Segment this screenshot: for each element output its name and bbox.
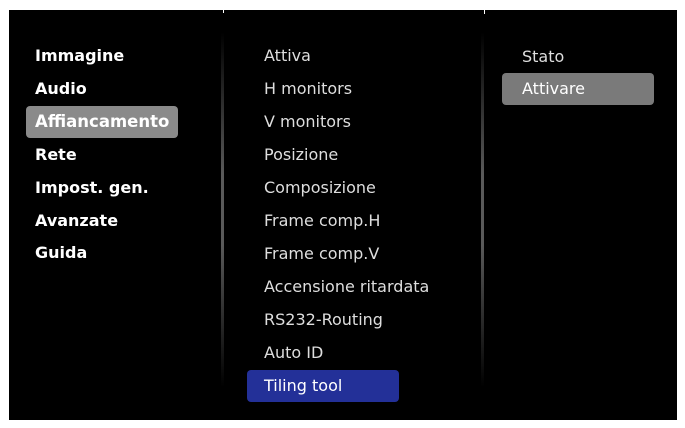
main-menu-item-avanzate[interactable]: Avanzate — [26, 205, 178, 237]
main-menu-item-impost-gen[interactable]: Impost. gen. — [26, 172, 178, 204]
submenu-item-rs232-routing[interactable]: RS232-Routing — [247, 304, 399, 336]
main-menu-item-immagine[interactable]: Immagine — [26, 40, 178, 72]
top-edge-tick — [484, 10, 485, 14]
submenu-item-v-monitors[interactable]: V monitors — [247, 106, 399, 138]
main-menu-item-audio[interactable]: Audio — [26, 73, 178, 105]
submenu-item-auto-id[interactable]: Auto ID — [247, 337, 399, 369]
submenu-item-h-monitors[interactable]: H monitors — [247, 73, 399, 105]
column-divider — [481, 32, 484, 387]
top-edge-tick — [223, 10, 224, 13]
main-menu-item-affiancamento[interactable]: Affiancamento — [26, 106, 178, 138]
submenu-item-posizione[interactable]: Posizione — [247, 139, 399, 171]
column-divider — [221, 32, 224, 387]
submenu-item-accensione-ritardata[interactable]: Accensione ritardata — [247, 271, 429, 303]
option-item-stato[interactable]: Stato — [502, 41, 654, 73]
submenu-item-attiva[interactable]: Attiva — [247, 40, 399, 72]
osd-menu-screen: Immagine Audio Affiancamento Rete Impost… — [9, 10, 677, 420]
submenu-item-frame-comp-h[interactable]: Frame comp.H — [247, 205, 399, 237]
main-menu-item-rete[interactable]: Rete — [26, 139, 178, 171]
submenu-item-composizione[interactable]: Composizione — [247, 172, 399, 204]
submenu-item-tiling-tool[interactable]: Tiling tool — [247, 370, 399, 402]
main-menu-item-guida[interactable]: Guida — [26, 237, 178, 269]
option-item-attivare[interactable]: Attivare — [502, 73, 654, 105]
submenu-item-frame-comp-v[interactable]: Frame comp.V — [247, 238, 399, 270]
